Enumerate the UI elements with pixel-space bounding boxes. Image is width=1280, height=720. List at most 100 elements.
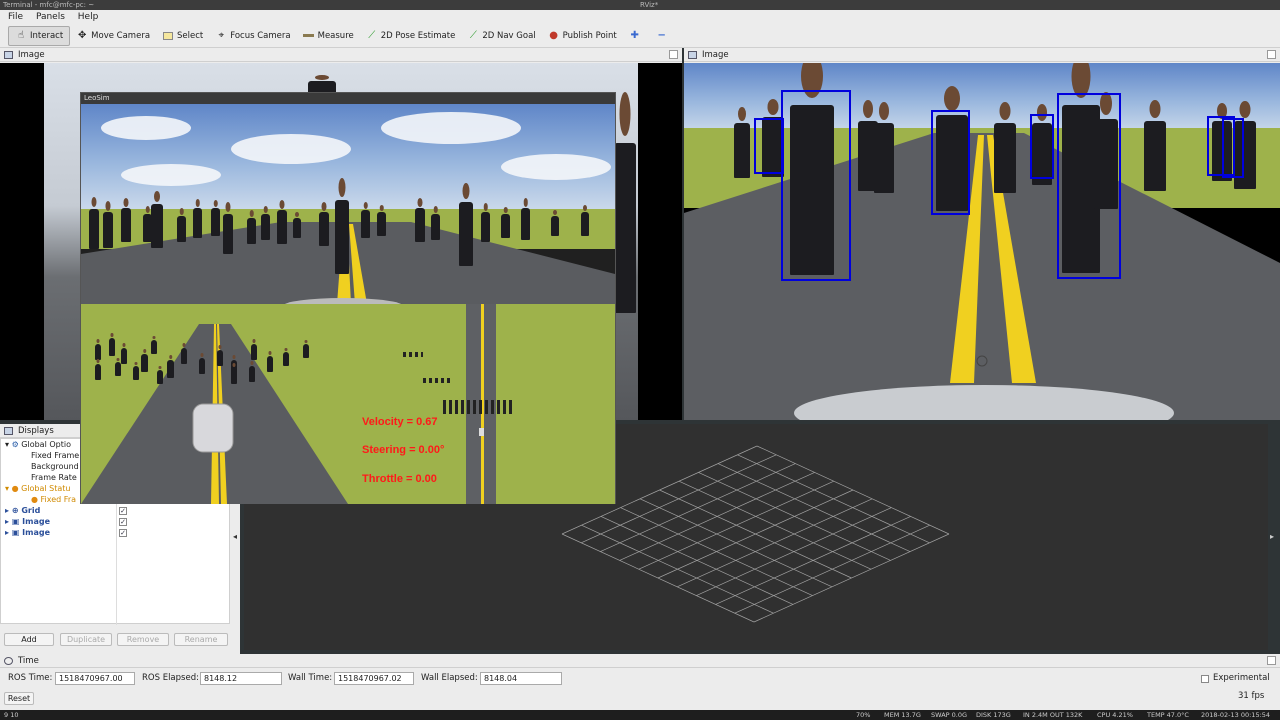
move-camera-tool[interactable]: ✥ Move Camera (70, 26, 156, 46)
grid-line (639, 498, 833, 588)
tree-item-image[interactable]: ▸ ▣ Image (5, 517, 50, 528)
person (95, 344, 101, 360)
grid-line (734, 524, 930, 614)
wall-time-field[interactable]: 1518470967.02 (334, 672, 414, 685)
car (192, 403, 234, 453)
interact-tool[interactable]: ☝ Interact (8, 25, 71, 46)
select-icon (162, 30, 174, 42)
person (133, 366, 139, 380)
experimental-checkbox[interactable] (1201, 675, 1209, 683)
person (261, 214, 270, 240)
detection-box (1030, 114, 1054, 179)
leosim-front-camera (81, 104, 615, 304)
time-title: Time (18, 656, 39, 666)
person (249, 366, 255, 382)
image-checkbox[interactable]: ✓ (119, 518, 127, 526)
detection-box (1222, 118, 1244, 178)
time-header: Time (0, 654, 1280, 668)
monitor-icon (4, 427, 13, 435)
nav-goal-tool[interactable]: ⟋ 2D Nav Goal (461, 26, 541, 46)
ros-elapsed-field[interactable]: 8148.12 (200, 672, 282, 685)
menu-help[interactable]: Help (78, 12, 99, 22)
ros-time-field[interactable]: 1518470967.00 (55, 672, 135, 685)
remove-button[interactable]: Remove (117, 633, 169, 646)
collapse-left-icon[interactable]: ◂ (233, 532, 237, 541)
collapse-right-icon[interactable]: ▸ (1270, 532, 1274, 541)
tree-item-global-status[interactable]: ▾ ● Global Statu (5, 484, 70, 495)
tree-item-frame-rate[interactable]: Frame Rate (31, 473, 77, 484)
interact-label: Interact (30, 30, 64, 41)
image-icon (688, 51, 697, 59)
image-checkbox[interactable]: ✓ (119, 529, 127, 537)
tree-item-label: Grid (21, 506, 41, 515)
person (181, 348, 187, 364)
menu-panels[interactable]: Panels (36, 12, 65, 22)
detection-box (781, 90, 851, 281)
select-tool[interactable]: Select (156, 26, 209, 46)
tree-item-global-options[interactable]: ▾ ⚙ Global Optio (5, 440, 71, 451)
person (581, 212, 589, 236)
person (1144, 121, 1166, 191)
system-status-bar: 9 10 70% MEM 13.7G SWAP 0.0G DISK 173G I… (0, 710, 1280, 720)
person (303, 344, 309, 358)
reset-button[interactable]: Reset (4, 692, 34, 705)
terminal-title: Terminal - mfc@mfc-pc: ~ (3, 1, 95, 9)
tree-item-image[interactable]: ▸ ▣ Image (5, 528, 50, 539)
detection-view[interactable] (684, 63, 1280, 420)
tree-item-fixed-frame[interactable]: Fixed Frame (31, 451, 79, 462)
wall-elapsed-field[interactable]: 8148.04 (480, 672, 562, 685)
plus-icon: ✚ (630, 30, 639, 41)
tree-item-background[interactable]: Background (31, 462, 79, 473)
person (293, 218, 301, 238)
person (521, 208, 530, 240)
rename-button[interactable]: Rename (174, 633, 228, 646)
remove-tool-button[interactable]: − (650, 26, 677, 46)
grid-line (696, 507, 892, 596)
tree-item-fixed-frame-status[interactable]: ● Fixed Fra (31, 495, 76, 506)
grid-line (659, 489, 852, 579)
title-bar: Terminal - mfc@mfc-pc: ~ RViz* (0, 0, 1280, 10)
workspace-indicator[interactable]: 9 10 (4, 710, 18, 720)
ruler-icon (303, 30, 315, 42)
focus-camera-tool[interactable]: ⌖ Focus Camera (209, 26, 296, 46)
person (361, 210, 370, 238)
temp-readout: TEMP 47.0°C (1147, 711, 1189, 719)
close-icon[interactable] (1267, 50, 1276, 59)
person (157, 370, 163, 384)
volume-readout: 70% (856, 711, 871, 719)
close-icon[interactable] (1267, 656, 1276, 665)
displays-title: Displays (18, 426, 54, 436)
person (335, 200, 349, 274)
duplicate-button[interactable]: Duplicate (60, 633, 112, 646)
grid-checkbox[interactable]: ✓ (119, 507, 127, 515)
tree-item-grid[interactable]: ▸ ⊕ Grid (5, 506, 40, 517)
detection-box (931, 110, 970, 215)
time-panel: Time ROS Time: 1518470967.00 ROS Elapsed… (0, 654, 1280, 710)
person (177, 216, 186, 242)
close-icon[interactable] (669, 50, 678, 59)
person (89, 209, 99, 249)
menu-file[interactable]: File (8, 12, 23, 22)
person (115, 362, 121, 376)
leosim-window[interactable]: LeoSim Velocity = 0.67 Steering = 0.00° … (80, 92, 616, 504)
right-image-panel: Image (684, 48, 1280, 420)
add-tool-button[interactable]: ✚ (623, 26, 650, 46)
person (377, 212, 386, 236)
add-button[interactable]: Add (4, 633, 54, 646)
grid-line (715, 516, 911, 605)
person (223, 214, 233, 254)
ros-time-label: ROS Time: (8, 673, 53, 683)
disk-readout: DISK 173G (976, 711, 1011, 719)
pose-estimate-tool[interactable]: ⟋ 2D Pose Estimate (360, 26, 462, 46)
measure-label: Measure (317, 30, 354, 41)
grid-line (753, 533, 950, 623)
leosim-title: LeoSim (81, 93, 615, 104)
person (874, 123, 894, 193)
measure-tool[interactable]: Measure (297, 26, 360, 46)
person (415, 208, 425, 242)
publish-point-tool[interactable]: ● Publish Point (542, 26, 623, 46)
person (734, 123, 750, 178)
hand-icon: ☝ (17, 30, 25, 41)
person (141, 354, 148, 372)
chase-road-svg (81, 324, 348, 504)
